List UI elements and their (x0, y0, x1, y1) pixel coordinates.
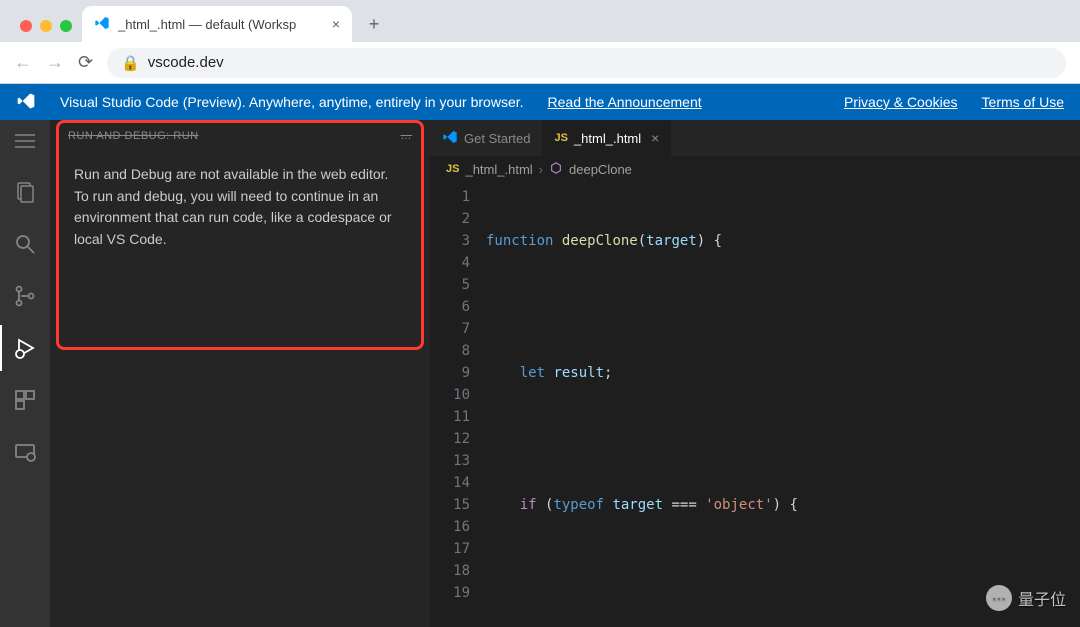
vscode-favicon-icon (94, 15, 110, 34)
banner-link-privacy[interactable]: Privacy & Cookies (844, 94, 958, 110)
sidebar-run-debug: RUN AND DEBUG: RUN … Run and Debug are n… (50, 120, 430, 627)
activity-source-control[interactable] (0, 273, 50, 319)
editor-tab-close-button[interactable]: × (651, 130, 659, 146)
window-close-button[interactable] (20, 20, 32, 32)
activity-explorer[interactable] (0, 169, 50, 215)
banner-link-announcement[interactable]: Read the Announcement (548, 94, 702, 110)
lock-icon: 🔒 (121, 54, 140, 72)
breadcrumb-symbol: deepClone (569, 162, 632, 177)
code-editor[interactable]: 1 2 3 4 5 6 7 8 9 10 11 12 13 14 15 16 1… (430, 182, 1080, 627)
line-number: 10 (430, 384, 470, 406)
tab-strip: _html_.html — default (Worksp × + (0, 0, 1080, 42)
activity-remote[interactable] (0, 429, 50, 475)
editor-tab-bar: Get Started JS _html_.html × (430, 120, 1080, 156)
wechat-icon: ⋯ (986, 585, 1012, 611)
symbol-method-icon (549, 161, 563, 178)
sidebar-more-button[interactable]: … (401, 130, 413, 142)
sidebar-message: Run and Debug are not available in the w… (60, 146, 420, 269)
editor-tab-label: Get Started (464, 131, 530, 146)
activity-extensions[interactable] (0, 377, 50, 423)
address-bar: ← → ⟳ 🔒 vscode.dev (0, 42, 1080, 84)
activity-search[interactable] (0, 221, 50, 267)
watermark: ⋯ 量子位 (986, 585, 1066, 611)
line-number: 11 (430, 406, 470, 428)
editor-tab-get-started[interactable]: Get Started (430, 120, 542, 156)
sidebar-header: RUN AND DEBUG: RUN … (50, 120, 430, 146)
breadcrumb[interactable]: JS _html_.html › deepClone (430, 156, 1080, 182)
reload-button[interactable]: ⟳ (78, 52, 93, 73)
line-number-gutter: 1 2 3 4 5 6 7 8 9 10 11 12 13 14 15 16 1… (430, 182, 486, 627)
line-number: 1 (430, 186, 470, 208)
vscode-preview-banner: Visual Studio Code (Preview). Anywhere, … (0, 84, 1080, 120)
chevron-right-icon: › (539, 162, 543, 177)
line-number: 3 (430, 230, 470, 252)
browser-chrome: _html_.html — default (Worksp × + ← → ⟳ … (0, 0, 1080, 84)
banner-message: Visual Studio Code (Preview). Anywhere, … (60, 94, 524, 110)
line-number: 18 (430, 560, 470, 582)
breadcrumb-file: _html_.html (465, 162, 532, 177)
editor-tab-label: _html_.html (574, 131, 641, 146)
activity-bar (0, 120, 50, 627)
activity-run-debug[interactable] (0, 325, 50, 371)
editor-area: Get Started JS _html_.html × JS _html_.h… (430, 120, 1080, 627)
line-number: 8 (430, 340, 470, 362)
code-content[interactable]: function deepClone(target) { let result;… (486, 182, 1080, 627)
window-controls (10, 20, 82, 42)
vscode-icon (442, 129, 458, 148)
line-number: 5 (430, 274, 470, 296)
window-minimize-button[interactable] (40, 20, 52, 32)
url-field[interactable]: 🔒 vscode.dev (107, 48, 1066, 78)
vscode-workbench: RUN AND DEBUG: RUN … Run and Debug are n… (0, 120, 1080, 627)
js-file-icon: JS (446, 163, 459, 175)
line-number: 16 (430, 516, 470, 538)
menu-button[interactable] (15, 130, 35, 163)
line-number: 15 (430, 494, 470, 516)
line-number: 17 (430, 538, 470, 560)
line-number: 19 (430, 582, 470, 604)
new-tab-button[interactable]: + (360, 10, 388, 38)
watermark-text: 量子位 (1018, 586, 1066, 610)
js-file-icon: JS (554, 132, 567, 144)
browser-tab[interactable]: _html_.html — default (Worksp × (82, 6, 352, 42)
line-number: 2 (430, 208, 470, 230)
banner-link-terms[interactable]: Terms of Use (982, 94, 1064, 110)
line-number: 4 (430, 252, 470, 274)
line-number: 7 (430, 318, 470, 340)
browser-tab-title: _html_.html — default (Worksp (118, 17, 324, 32)
editor-tab-file[interactable]: JS _html_.html × (542, 120, 671, 156)
sidebar-title: RUN AND DEBUG: RUN (68, 130, 199, 142)
line-number: 9 (430, 362, 470, 384)
window-maximize-button[interactable] (60, 20, 72, 32)
vscode-logo-icon (16, 91, 36, 114)
back-button[interactable]: ← (14, 52, 32, 73)
browser-tab-close-button[interactable]: × (332, 16, 340, 32)
line-number: 14 (430, 472, 470, 494)
line-number: 6 (430, 296, 470, 318)
url-host: vscode.dev (148, 54, 224, 71)
line-number: 13 (430, 450, 470, 472)
line-number: 12 (430, 428, 470, 450)
forward-button[interactable]: → (46, 52, 64, 73)
